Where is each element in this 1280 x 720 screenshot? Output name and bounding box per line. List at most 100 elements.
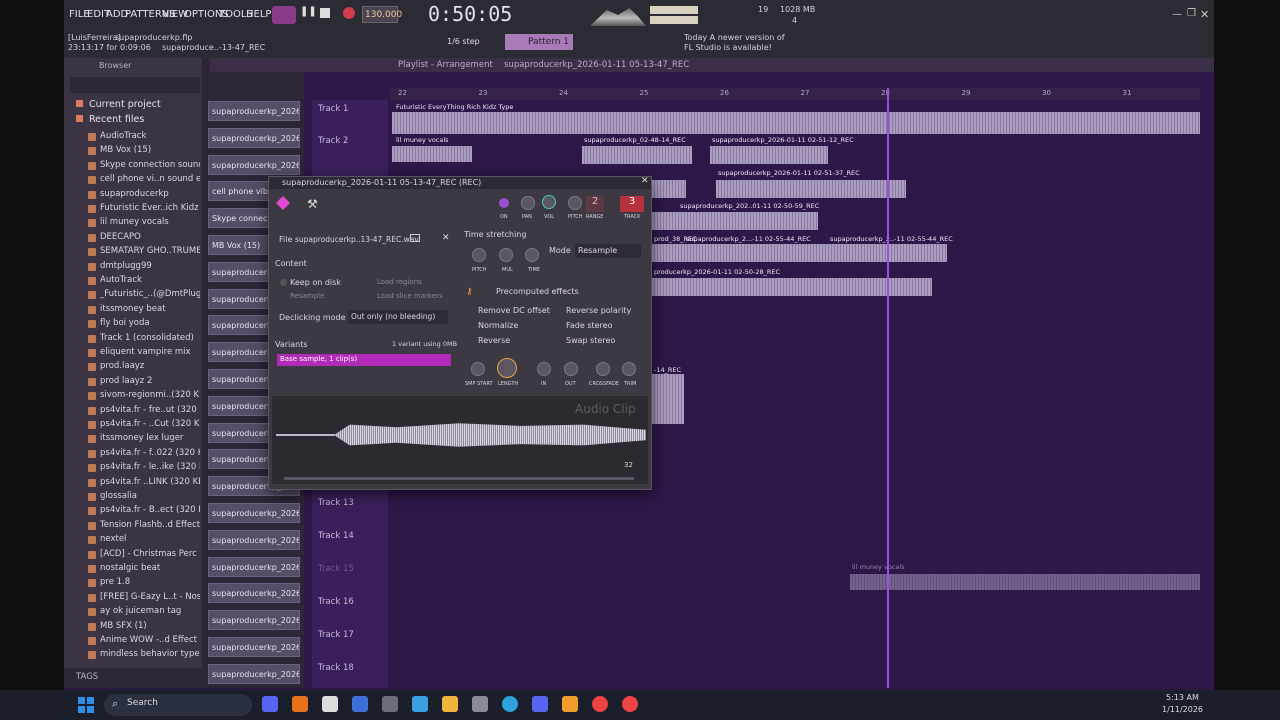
settings-icon[interactable] [382, 696, 398, 712]
track-value[interactable]: 3 [620, 196, 644, 212]
restore-icon[interactable]: ❐ [1187, 8, 1196, 19]
master-pitch-slider[interactable] [650, 16, 698, 24]
browser-item[interactable]: sivom-regionmi..(320 KBps) [100, 390, 200, 400]
browser-item[interactable]: [ACD] - Christmas Perc [100, 549, 200, 559]
browser-item[interactable]: Track 1 (consolidated) [100, 333, 200, 343]
edge-icon[interactable] [502, 696, 518, 712]
browser-item[interactable]: nostalgic beat [100, 563, 200, 573]
fx-remove-dc[interactable]: Remove DC offset [478, 306, 550, 315]
in-knob[interactable] [537, 362, 551, 376]
range-value[interactable]: 2 [586, 196, 604, 212]
chrome-icon[interactable] [622, 696, 638, 712]
browser-item[interactable]: supaproducerkp [100, 189, 200, 199]
open-folder-icon[interactable] [410, 234, 420, 242]
picker-clip[interactable]: supaproducerkp_2026-0... [208, 663, 300, 684]
browser-item[interactable]: pre 1.8 [100, 577, 200, 587]
browser-item[interactable]: Skype connection sound [100, 160, 200, 170]
master-volume-slider[interactable] [650, 6, 698, 14]
app-icon[interactable] [472, 696, 488, 712]
track-label[interactable]: Track 1 [318, 104, 348, 114]
audio-clip-waveform[interactable] [710, 146, 828, 164]
minimize-icon[interactable]: — [1172, 9, 1182, 20]
stretch-pitch-knob[interactable] [472, 248, 486, 262]
vol-knob[interactable] [542, 195, 556, 209]
audio-clip-waveform[interactable] [652, 244, 947, 262]
picker-clip[interactable]: supaproducerkp_2026-0... [208, 127, 300, 148]
audio-clip-waveform[interactable] [392, 112, 1200, 134]
audio-clip-waveform[interactable] [652, 180, 686, 198]
picker-clip[interactable]: supaproducerkp_2026-0... [208, 583, 300, 604]
browser-item[interactable]: eliquent vampire mix [100, 347, 200, 357]
time-ruler[interactable] [390, 88, 1200, 100]
news-line2[interactable]: FL Studio is available! [684, 43, 772, 52]
browser-item[interactable]: ps4vita.fr - f..022 (320 KBps) [100, 448, 200, 458]
picker-clip[interactable]: supaproducerkp_2026-0... [208, 503, 300, 523]
preview-scrollbar[interactable] [284, 477, 634, 480]
app-icon[interactable] [412, 696, 428, 712]
browser-item[interactable]: itssmoney beat [100, 304, 200, 314]
pat-song-toggle[interactable] [272, 6, 296, 24]
audio-clip-waveform[interactable] [582, 146, 692, 164]
close-icon[interactable]: ✕ [1200, 8, 1209, 21]
menu-help[interactable]: HELP [246, 9, 271, 20]
current-project[interactable]: Current project [89, 99, 161, 110]
browser-item[interactable]: Futuristic Ever..ich Kidz Type [100, 203, 200, 213]
fx-reverse-polarity[interactable]: Reverse polarity [566, 306, 631, 315]
audio-clip-waveform[interactable] [652, 374, 684, 424]
browser-item[interactable]: ps4vita.fr ..LINK (320 KBps) [100, 477, 200, 487]
stop-button[interactable] [320, 8, 330, 18]
fx-normalize[interactable]: Normalize [478, 321, 518, 330]
track-label[interactable]: Track 13 [318, 498, 354, 508]
declicking-select[interactable]: Out only (no bleeding) [348, 310, 448, 324]
browser-item[interactable]: [FREE] G-Eazy L..t - Nostalgic [100, 592, 200, 602]
pitch-knob[interactable] [568, 196, 582, 210]
clock-time[interactable]: 5:13 AM [1166, 693, 1199, 702]
stretch-mul-knob[interactable] [499, 248, 513, 262]
clock-date[interactable]: 1/11/2026 [1162, 705, 1203, 714]
browser-item[interactable]: nextel [100, 534, 200, 544]
browser-item[interactable]: ps4vita.fr - fre..ut (320 KBps) [100, 405, 200, 415]
track-label[interactable]: Track 15 [318, 564, 354, 574]
resample-option[interactable]: Resample [290, 292, 324, 300]
browser-item[interactable]: cell phone vi..n sound effect [100, 174, 200, 184]
smp-start-knob[interactable] [471, 362, 485, 376]
browser-item[interactable]: dmtplugg99 [100, 261, 200, 271]
close-icon[interactable]: ✕ [641, 176, 649, 186]
keep-on-disk[interactable]: Keep on disk [290, 278, 341, 287]
audio-clip-waveform[interactable] [652, 278, 932, 296]
remove-file-icon[interactable]: ✕ [442, 233, 450, 243]
browser-item[interactable]: mindless behavior type beat [100, 649, 200, 659]
track-label[interactable]: Track 17 [318, 630, 354, 640]
load-slice-markers[interactable]: Load slice markers [377, 292, 443, 300]
browser-item[interactable]: Anime WOW -..d Effect (HD) [100, 635, 200, 645]
fx-fade-stereo[interactable]: Fade stereo [566, 321, 612, 330]
play-button[interactable]: ❚❚ [300, 6, 317, 22]
trim-knob[interactable] [622, 362, 636, 376]
audio-clip-waveform[interactable] [392, 146, 472, 162]
picker-clip[interactable]: supaproducerkp_2026-0... [208, 610, 300, 631]
browser-item[interactable]: MB Vox (15) [100, 145, 200, 155]
file-name[interactable]: supaproducerkp..13-47_REC.wav [295, 235, 419, 244]
browser-item[interactable]: prod.laayz [100, 361, 200, 371]
audio-clip-waveform[interactable] [716, 180, 906, 198]
browser-item[interactable]: ps4vita.fr - ..Cut (320 KBps) [100, 419, 200, 429]
playhead[interactable] [887, 88, 889, 688]
on-led[interactable] [499, 198, 509, 208]
browser-item[interactable]: SEMATARY GHO..TRUMENTAL [100, 246, 200, 256]
discord-icon[interactable] [532, 696, 548, 712]
browser-item[interactable]: Tension Flashb..d Effect (HD) [100, 520, 200, 530]
browser-item[interactable]: ay ok juiceman tag [100, 606, 200, 616]
picker-clip[interactable]: supaproducerkp_2026-0... [208, 529, 300, 550]
recent-files[interactable]: Recent files [89, 114, 144, 125]
browser-item[interactable]: itssmoney lex luger [100, 433, 200, 443]
checkbox[interactable] [280, 279, 287, 286]
app-icon[interactable] [262, 696, 278, 712]
picker-clip[interactable]: supaproducerkp_2026-0... [208, 556, 300, 577]
news-line1[interactable]: Today A newer version of [684, 33, 785, 42]
track-label[interactable]: Track 2 [318, 136, 348, 146]
chrome-icon[interactable] [592, 696, 608, 712]
folder-icon[interactable] [442, 696, 458, 712]
crossfade-knob[interactable] [596, 362, 610, 376]
browser-item[interactable]: ps4vita.fr - le..ike (320 KBps) [100, 462, 200, 472]
track-label[interactable]: Track 18 [318, 663, 354, 673]
